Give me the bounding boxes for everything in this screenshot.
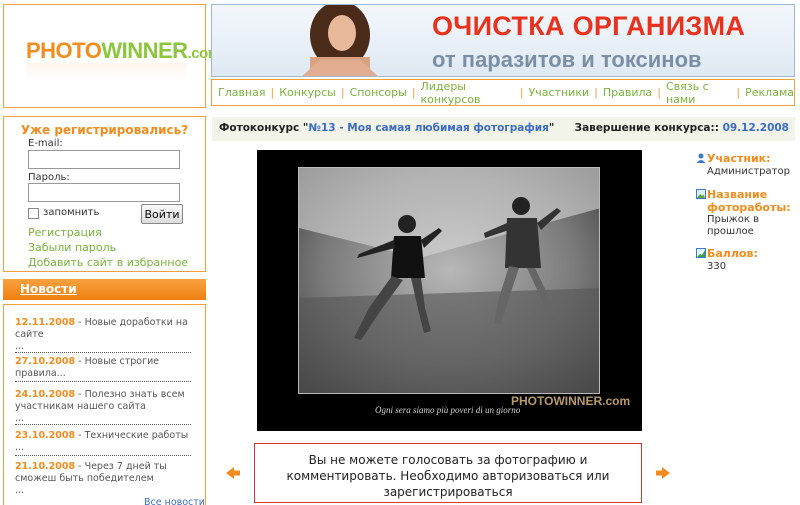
nav-separator: | xyxy=(657,86,661,99)
nav-link-sponsors[interactable]: Спонсоры xyxy=(350,86,407,99)
banner-subheadline: от паразитов и токсинов xyxy=(432,47,702,72)
news-more: ... xyxy=(15,442,25,453)
logo-part-winner: WINNER xyxy=(101,38,188,63)
user-icon xyxy=(696,153,706,163)
nav-separator: | xyxy=(340,86,345,99)
contest-title: Фотоконкурс "№13 - Моя самая любимая фот… xyxy=(219,122,554,134)
site-logo[interactable]: PHOTOWINNER.com xyxy=(26,38,221,64)
auth-required-message: Вы не можете голосовать за фотографию и … xyxy=(254,443,642,503)
news-date: 23.10.2008 xyxy=(15,430,76,441)
nav-link-rules[interactable]: Правила xyxy=(603,86,652,99)
news-date: 21.10.2008 xyxy=(15,461,76,472)
contest-photo[interactable] xyxy=(298,167,600,394)
ad-banner[interactable]: ОЧИСТКА ОРГАНИЗМА от паразитов и токсино… xyxy=(211,4,795,77)
news-divider xyxy=(15,455,191,456)
contest-suffix: " xyxy=(548,122,555,134)
nav-separator: | xyxy=(411,86,416,99)
news-date: 12.11.2008 xyxy=(15,317,76,328)
banner-headline: ОЧИСТКА ОРГАНИЗМА xyxy=(432,11,746,41)
banner-woman-image xyxy=(302,5,378,76)
email-label: E-mail: xyxy=(28,138,63,149)
nav-separator: | xyxy=(270,86,275,99)
login-button[interactable]: Войти xyxy=(141,204,183,224)
contest-end-label: Завершение конкурса:: xyxy=(574,122,719,134)
register-link[interactable]: Регистрация xyxy=(28,226,102,239)
forgot-password-link[interactable]: Забыли пароль xyxy=(28,241,116,254)
photo-caption-watermark: Ogni sera siamo più poveri di un giorno xyxy=(375,405,521,415)
previous-photo-arrow-icon[interactable] xyxy=(225,466,241,480)
photo-name-label: Название фотоработы: xyxy=(707,188,791,214)
news-item[interactable]: 21.10.2008 - Через 7 дней ты сможеш быть… xyxy=(15,461,193,497)
main-nav: Главная | Конкурсы | Спонсоры | Лидеры конк… xyxy=(211,79,795,106)
nav-separator: | xyxy=(594,86,598,99)
score-label: Баллов: xyxy=(707,247,758,260)
photo-name-value: Прыжок в прошлое xyxy=(707,214,760,237)
score-value: 330 xyxy=(707,261,727,272)
news-list: 12.11.2008 - Новые доработки на сайте...… xyxy=(3,304,206,505)
news-text: Технические работы xyxy=(84,430,189,441)
nav-separator: | xyxy=(519,86,524,99)
nav-separator: | xyxy=(736,86,741,99)
news-more: ... xyxy=(15,485,25,496)
bookmark-site-link[interactable]: Добавить сайт в избранное xyxy=(28,256,188,269)
participant-label: Участник: xyxy=(707,152,771,165)
news-item[interactable]: 24.10.2008 - Полезно знать всем участник… xyxy=(15,389,193,425)
picture-icon xyxy=(696,189,706,199)
photo-image xyxy=(299,168,599,393)
contest-prefix: Фотоконкурс " xyxy=(219,122,309,134)
login-heading: Уже регистрировались? xyxy=(20,123,189,137)
site-logo-box[interactable]: PHOTOWINNER.com xyxy=(3,4,221,108)
news-date: 27.10.2008 xyxy=(15,356,76,367)
remember-checkbox[interactable] xyxy=(28,208,39,219)
news-more: ... xyxy=(15,341,25,352)
news-more: ... xyxy=(15,413,25,424)
nav-link-ads[interactable]: Реклама xyxy=(745,86,794,99)
logo-reflection xyxy=(26,63,186,81)
photo-frame: Ogni sera siamo più poveri di un giorno … xyxy=(257,150,642,431)
participant-value: Администратор xyxy=(707,166,790,177)
contest-end-date: 09.12.2008 xyxy=(722,122,789,134)
nav-link-home[interactable]: Главная xyxy=(218,86,266,99)
news-date: 24.10.2008 xyxy=(15,389,76,400)
news-divider xyxy=(15,424,191,425)
contest-end: Завершение конкурса:: 09.12.2008 xyxy=(575,122,789,134)
photo-logo-watermark: PHOTOWINNER.com xyxy=(511,394,631,408)
remember-label: запомнить xyxy=(43,207,100,218)
login-panel: Уже регистрировались? E-mail: Пароль: за… xyxy=(3,116,206,272)
news-item[interactable]: 27.10.2008 - Новые строгие правила... xyxy=(15,356,193,380)
news-item[interactable]: 23.10.2008 - Технические работы... xyxy=(15,430,193,454)
contest-info-bar: Фотоконкурс "№13 - Моя самая любимая фот… xyxy=(212,117,795,141)
nav-link-contests[interactable]: Конкурсы xyxy=(279,86,336,99)
all-news-link[interactable]: Все новости xyxy=(144,497,205,505)
news-item[interactable]: 12.11.2008 - Новые доработки на сайте... xyxy=(15,317,193,353)
news-title-link[interactable]: Новости xyxy=(20,282,77,296)
news-divider xyxy=(15,352,191,353)
nav-link-participants[interactable]: Участники xyxy=(529,86,590,99)
chart-icon xyxy=(696,248,706,258)
logo-part-photo: PHOTO xyxy=(26,38,102,63)
nav-link-leaders[interactable]: Лидеры конкурсов xyxy=(421,80,515,106)
nav-link-contact[interactable]: Связь с нами xyxy=(666,80,731,106)
news-divider xyxy=(15,381,191,382)
password-input[interactable] xyxy=(28,183,180,202)
email-input[interactable] xyxy=(28,150,180,169)
next-photo-arrow-icon[interactable] xyxy=(655,466,671,480)
contest-link[interactable]: №13 - Моя самая любимая фотография xyxy=(308,122,549,134)
password-label: Пароль: xyxy=(28,172,70,183)
news-header: Новости xyxy=(3,279,206,300)
